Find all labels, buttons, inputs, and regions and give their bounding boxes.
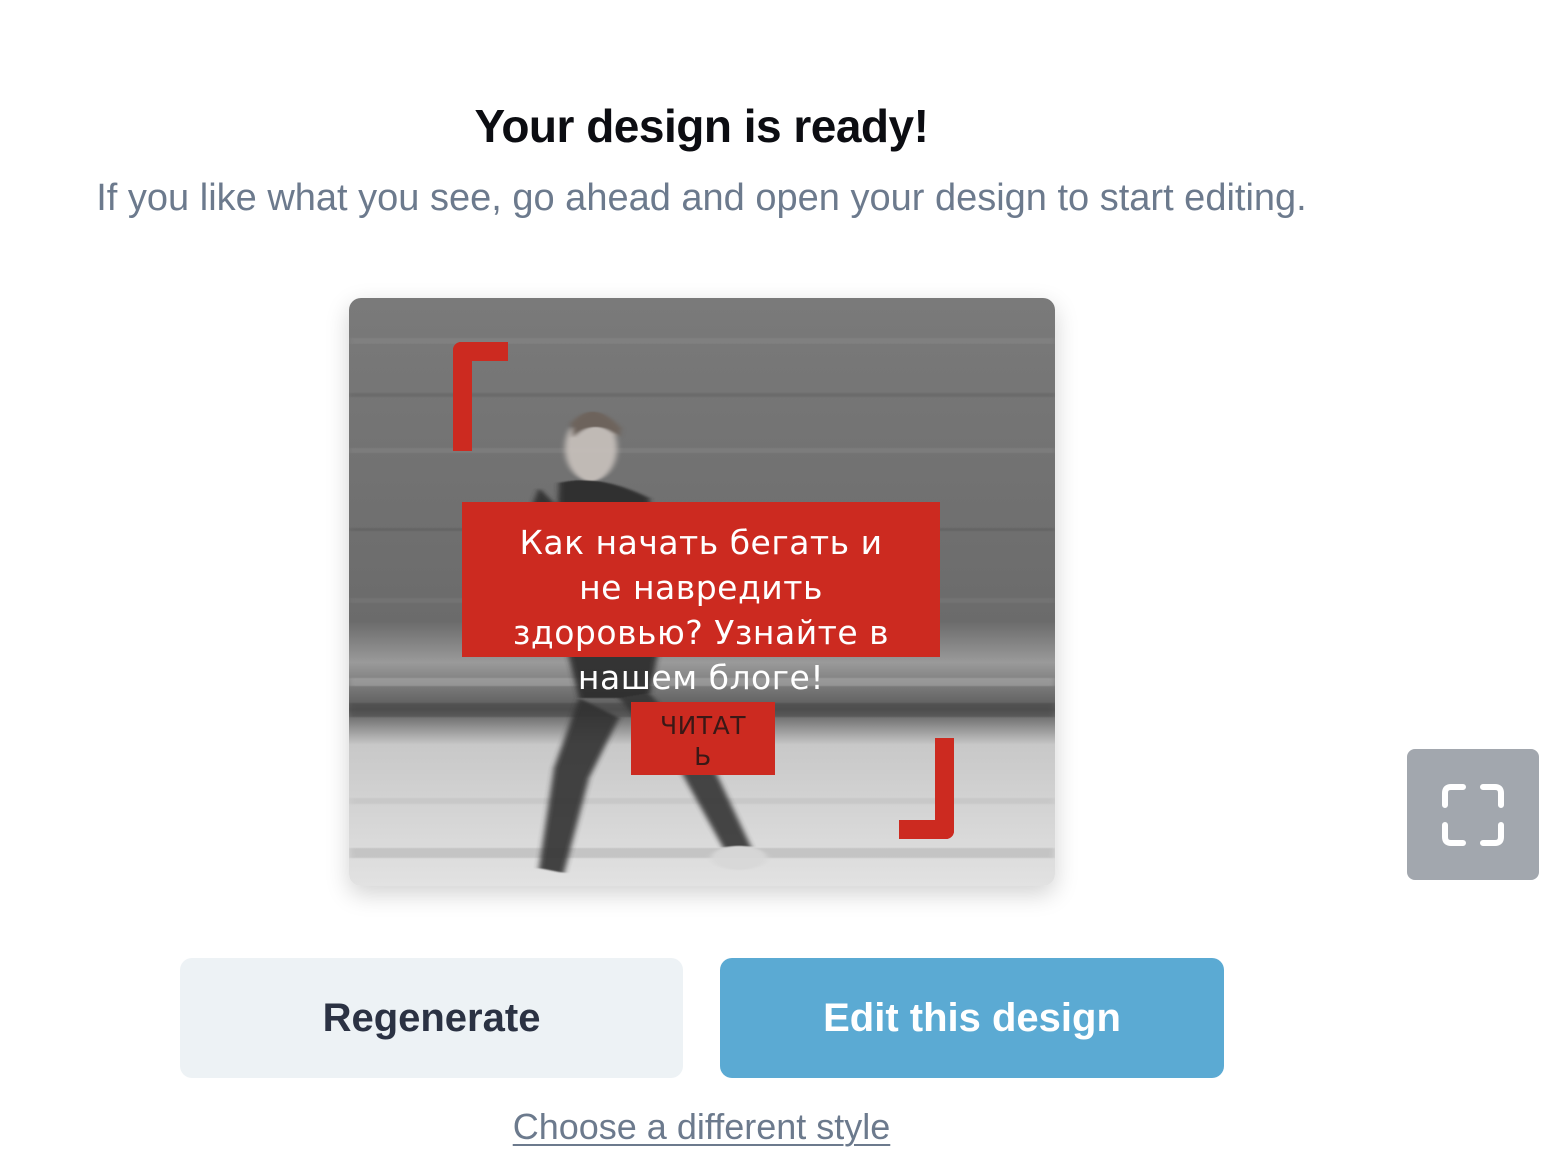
regenerate-button[interactable]: Regenerate (180, 958, 683, 1078)
headline-text: Как начать бегать и не навредить здоровь… (512, 523, 890, 697)
fullscreen-icon (1442, 784, 1504, 846)
page-subtitle: If you like what you see, go ahead and o… (96, 177, 1307, 219)
design-preview: Как начать бегать и не навредить здоровь… (349, 298, 1055, 886)
corner-bracket-top-left (453, 342, 508, 451)
choose-style-link[interactable]: Choose a different style (0, 1104, 1403, 1150)
cta-text: ЧИТАТ Ь (660, 711, 746, 771)
page-title: Your design is ready! (474, 100, 929, 152)
corner-bracket-bottom-right (899, 738, 954, 839)
edit-design-button[interactable]: Edit this design (720, 958, 1224, 1078)
fullscreen-button[interactable] (1407, 749, 1539, 880)
